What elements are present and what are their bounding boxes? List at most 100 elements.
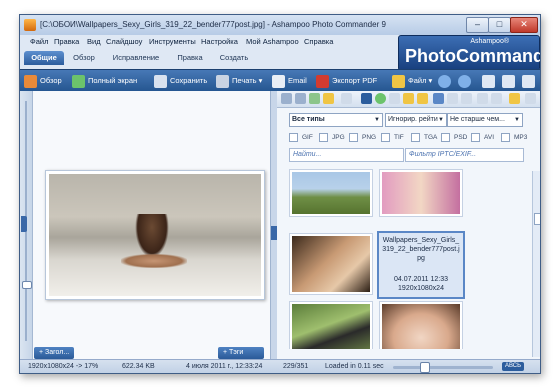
thumbnail-view-icon[interactable] [361, 93, 372, 104]
type-avi-checkbox[interactable]: AVI [471, 133, 494, 143]
thumbnail-item[interactable] [379, 169, 463, 217]
scrollbar-thumb[interactable] [534, 213, 540, 225]
type-psd-label: PSD [454, 134, 468, 142]
menu-help[interactable]: Справка [304, 37, 333, 46]
collapse-left-button[interactable] [21, 216, 27, 232]
email-label: Email [288, 76, 307, 85]
image-preview[interactable] [45, 170, 265, 300]
tab-browse[interactable]: Обзор [67, 51, 101, 65]
thumb-size-slider[interactable] [393, 366, 493, 369]
print-button[interactable]: Печать ▾ [216, 73, 262, 89]
tab-create[interactable]: Создать [214, 51, 254, 65]
add-headers-button[interactable]: + Загол... [34, 347, 75, 359]
new-folder-icon[interactable] [403, 93, 414, 104]
thumbnail-item[interactable] [289, 233, 373, 295]
save-button[interactable]: Сохранить [154, 73, 207, 89]
layout-icon[interactable] [491, 93, 502, 104]
type-gif-checkbox[interactable]: GIF [289, 133, 313, 143]
save-label: Сохранить [170, 76, 208, 85]
arrow-right-icon [458, 74, 471, 88]
menu-tools[interactable]: Инструменты [149, 37, 196, 46]
type-psd-checkbox[interactable]: PSD [441, 133, 467, 143]
minimize-button[interactable]: – [466, 17, 489, 33]
status-load-time: Loaded in 0.11 sec [325, 363, 384, 370]
type-mp3-checkbox[interactable]: MP3 [501, 133, 527, 143]
thumbnail-scrollbar[interactable] [532, 171, 540, 357]
thumbnail-image [292, 236, 370, 292]
close-button[interactable]: ✕ [510, 17, 538, 33]
menu-edit[interactable]: Правка [54, 37, 79, 46]
export-pdf-button[interactable]: Экспорт PDF [316, 73, 377, 89]
type-png-checkbox[interactable]: PNG [349, 133, 376, 143]
age-filter-select[interactable]: Не старше чем... ▼ [447, 113, 523, 127]
menu-my-ashampoo[interactable]: Мой Ashampoo [246, 37, 299, 46]
more-icon[interactable] [525, 93, 536, 104]
preview-photo [49, 174, 261, 296]
rating-filter-select[interactable]: Игнорир. рейти ▼ [385, 113, 447, 127]
status-resolution: 1920x1080x24 -> 17% [28, 363, 99, 370]
refresh-icon[interactable] [375, 93, 386, 104]
file-button[interactable]: Файл ▾ [392, 73, 432, 89]
nav-forward-icon[interactable] [295, 93, 306, 104]
file-icon [392, 74, 405, 88]
iptc-exif-filter-input[interactable]: Фильтр IPTC/EXIF... [405, 148, 524, 162]
menu-slideshow[interactable]: Слайдшоу [106, 37, 142, 46]
thumbnail-grid: Wallpapers_Sexy_Girls_319_22_bender777po… [289, 169, 533, 349]
checkbox-box [289, 133, 298, 142]
menu-view[interactable]: Вид [87, 37, 101, 46]
add-tags-button[interactable]: + Тэги [218, 347, 264, 359]
properties-icon[interactable] [461, 93, 472, 104]
browse-label: Обзор [40, 76, 62, 85]
copy-folder-icon[interactable] [417, 93, 428, 104]
zoom-slider-handle[interactable] [22, 281, 32, 289]
thumbnail-item[interactable] [379, 301, 463, 349]
rotate-right-icon [502, 74, 515, 88]
star-icon[interactable] [509, 93, 520, 104]
menu-settings[interactable]: Настройка [201, 37, 238, 46]
nav-back-icon[interactable] [281, 93, 292, 104]
type-jpg-checkbox[interactable]: JPG [319, 133, 345, 143]
browser-toolbar [277, 91, 540, 108]
flip-icon [522, 74, 535, 88]
maximize-button[interactable]: □ [488, 17, 511, 33]
type-tif-checkbox[interactable]: TIF [381, 133, 404, 143]
nav-up-icon[interactable] [309, 93, 320, 104]
thumbnail-item[interactable] [289, 169, 373, 217]
thumbnail-item-selected[interactable]: Wallpapers_Sexy_Girls_319_22_bender777po… [377, 231, 465, 299]
thumbnail-item[interactable] [289, 301, 373, 349]
view-mode-icon[interactable] [341, 93, 352, 104]
browse-button[interactable]: Обзор [24, 73, 62, 89]
forward-button[interactable] [458, 73, 474, 89]
flip-button[interactable] [522, 73, 538, 89]
photo-subject-arms [121, 254, 187, 268]
rotate-right-button[interactable] [502, 73, 518, 89]
menu-file[interactable]: Файл [30, 37, 48, 46]
tab-fix[interactable]: Исправление [106, 51, 166, 65]
email-button[interactable]: Email [272, 73, 307, 89]
fullscreen-button[interactable]: Полный экран [72, 73, 137, 89]
type-gif-label: GIF [302, 134, 313, 142]
tab-general[interactable]: Общие [24, 51, 64, 65]
search-input[interactable]: Найти... [289, 148, 404, 162]
type-filter-select[interactable]: Все типы ▼ [289, 113, 383, 127]
status-count: 229/351 [283, 363, 309, 370]
folder-icon[interactable] [323, 93, 334, 104]
browse-icon [24, 74, 37, 88]
rotate-left-button[interactable] [482, 73, 498, 89]
thumb-size-handle[interactable] [420, 362, 430, 373]
back-button[interactable] [438, 73, 454, 89]
checkbox-box [411, 133, 420, 142]
preview-pane: + Загол... + Тэги [20, 91, 270, 359]
app-icon[interactable] [24, 19, 36, 31]
tab-edit[interactable]: Правка [172, 51, 208, 65]
stats-icon[interactable] [477, 93, 488, 104]
filter-row: Все типы ▼ Игнорир. рейти ▼ Не старше чем.… [277, 113, 540, 127]
sort-icon[interactable] [433, 93, 444, 104]
filter-icon[interactable] [447, 93, 458, 104]
search-icon[interactable] [389, 93, 400, 104]
type-tga-checkbox[interactable]: TGA [411, 133, 437, 143]
logo-brand: Ashampoo® [470, 38, 509, 45]
arrow-left-icon [438, 74, 451, 88]
ribbon-tabs: Общие Обзор Исправление Правка Создать [20, 49, 398, 66]
main-toolbar: Обзор Полный экран Сохранить Печать ▾ Em… [20, 69, 540, 92]
